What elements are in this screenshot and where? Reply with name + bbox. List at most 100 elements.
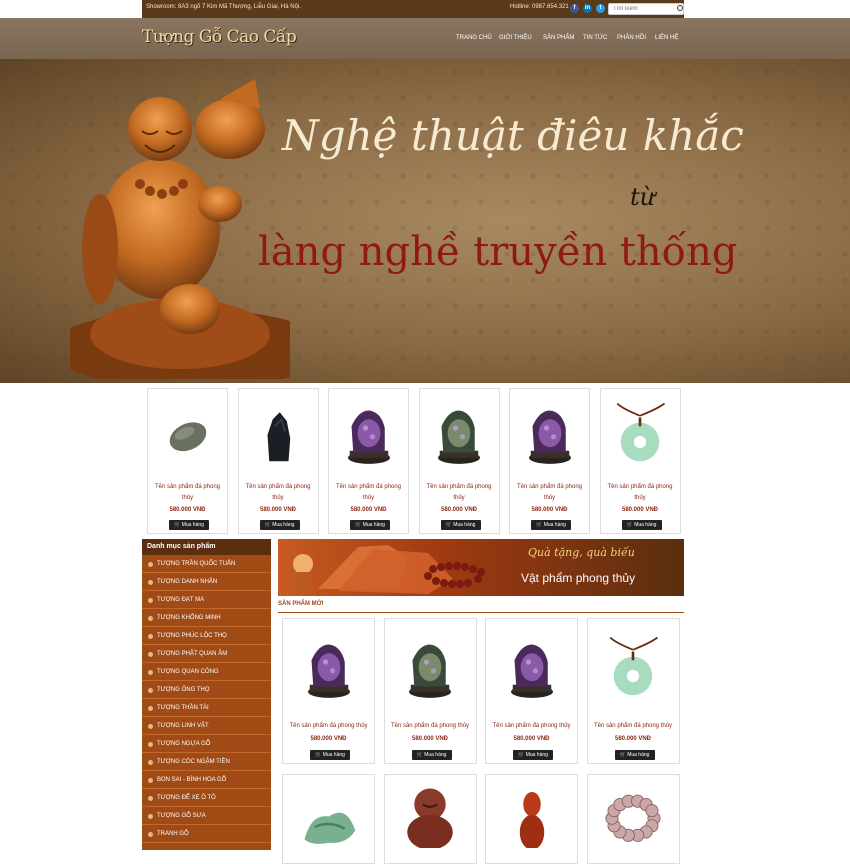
buy-button[interactable]: 🛒 Mua hàng [259,520,300,530]
nav-tin-tuc[interactable]: TIN TỨC [583,35,607,41]
nav-trang-chu[interactable]: TRANG CHỦ [456,35,492,41]
buy-button[interactable]: 🛒 Mua hàng [411,750,452,760]
product-image[interactable] [148,389,227,481]
twitter-icon[interactable]: t [596,4,605,13]
product-card[interactable]: Tên sản phẩm đá phong thủy 580.000 VNĐ 🛒 M… [586,618,680,764]
sidebar-item[interactable]: TƯỢNG CÓC NGẬM TIỀN [142,754,271,771]
nav-san-pham[interactable]: SẢN PHẨM [543,35,574,41]
hero-banner[interactable]: Nghệ thuật điêu khắc từ làng nghề truyền… [0,59,850,383]
product-image[interactable] [385,619,476,719]
product-price: 580.000 VNĐ [350,507,387,513]
product-name[interactable]: Tên sản phẩm đá phong thủy [241,482,316,504]
sidebar-item-label: TRANH GỖ [157,831,189,837]
product-price: 580.000 VNĐ [531,507,568,513]
sidebar-item[interactable]: TƯỢNG GỖ SƯA [142,808,271,825]
sidebar-item-label: TƯỢNG DANH NHÂN [157,579,218,585]
nav-lien-he[interactable]: LIÊN HỆ [655,35,678,41]
product-name[interactable]: Tên sản phẩm đá phong thủy [422,482,497,504]
buy-button[interactable]: 🛒 Mua hàng [513,750,553,760]
buy-button-label: Mua hàng [322,752,345,758]
product-name[interactable]: Tên sản phẩm đá phong thủy [150,482,225,504]
buy-button-label: Mua hàng [181,522,204,528]
product-card[interactable]: Tên sản phẩm đá phong thủy 580.000 VNĐ 🛒 M… [147,388,228,534]
product-name[interactable]: Tên sản phẩm đá phong thủy [603,482,678,504]
buy-button[interactable]: 🛒 Mua hàng [350,520,390,530]
product-name[interactable]: Tên sản phẩm đá phong thủy [488,721,575,732]
product-image[interactable] [601,389,680,481]
bullet-icon [148,670,153,675]
sidebar-item[interactable]: TƯỢNG ĐỂ XE Ô TÔ [142,790,271,807]
sidebar-item[interactable]: BON SAI - BÌNH HOA GỖ [142,772,271,789]
sidebar-item[interactable]: TRANH GỖ [142,826,271,843]
product-image[interactable] [385,775,476,851]
sidebar-item[interactable]: TƯỢNG THẦN TÀI [142,700,271,717]
product-card[interactable]: Tên sản phẩm đá phong thủy 580.000 VNĐ 🛒 M… [328,388,409,534]
product-name[interactable]: Tên sản phẩm đá phong thủy [590,721,677,732]
buy-button[interactable]: 🛒 Mua hàng [169,520,209,530]
facebook-icon[interactable]: f [570,4,579,13]
banner-headline-2: từ [630,183,656,211]
search-icon[interactable] [677,5,683,11]
promo-headline-1: Quà tặng, quà biếu [528,546,635,559]
product-image[interactable] [329,389,408,481]
sidebar-item[interactable]: TƯỢNG TRẦN QUỐC TUẤN [142,556,271,573]
banner-headline-3: làng nghề truyền thống [258,229,738,275]
buy-button[interactable]: 🛒 Mua hàng [531,520,571,530]
buy-button[interactable]: 🛒 Mua hàng [614,750,655,760]
product-image[interactable] [486,619,577,719]
sidebar-item[interactable]: TƯỢNG QUAN CÔNG [142,664,271,681]
product-card[interactable] [383,774,477,864]
product-image[interactable] [283,775,374,851]
product-image[interactable] [588,619,679,719]
product-card[interactable]: Tên sản phẩm đá phong thủy 580.000 VNĐ 🛒 M… [383,618,477,764]
nav-gioi-thieu[interactable]: GIỚI THIỆU [499,35,532,41]
nav-phan-hoi[interactable]: PHẢN HỒI [617,35,646,41]
product-image[interactable] [588,775,679,851]
sidebar-item[interactable]: TƯỢNG PHÚC LỘC THỌ [142,628,271,645]
product-image[interactable] [239,389,318,481]
buy-button[interactable]: 🛒 Mua hàng [310,750,350,760]
buy-button-label: Mua hàng [424,752,447,758]
sidebar-item[interactable]: TƯỢNG ÔNG THỌ [142,682,271,699]
bullet-icon [148,688,153,693]
product-card[interactable] [485,774,578,864]
product-name[interactable]: Tên sản phẩm đá phong thủy [387,721,474,732]
product-name[interactable]: Tên sản phẩm đá phong thủy [285,721,372,732]
promo-banner[interactable]: Quà tặng, quà biếu Vật phẩm phong thủy [278,539,684,596]
sidebar-item[interactable]: TƯỢNG KHỔNG MINH [142,610,271,627]
sidebar-item[interactable]: TƯỢNG NGỰA GỖ [142,736,271,753]
buy-button[interactable]: 🛒 Mua hàng [440,520,481,530]
linkedin-icon[interactable]: in [583,4,592,13]
buy-button-label: Mua hàng [525,752,548,758]
product-card[interactable]: Tên sản phẩm đá phong thủy 580.000 VNĐ 🛒 M… [237,388,319,534]
product-card[interactable] [586,774,680,864]
bullet-icon [148,778,153,783]
buy-button[interactable]: 🛒 Mua hàng [621,520,662,530]
sidebar-item[interactable]: TƯỢNG PHẬT QUAN ÂM [142,646,271,663]
product-image[interactable] [283,619,374,719]
product-card[interactable] [282,774,375,864]
product-name[interactable]: Tên sản phẩm đá phong thủy [512,482,587,504]
site-logo[interactable]: Tượng Gỗ Cao Cấp [142,27,297,47]
product-card[interactable]: Tên sản phẩm đá phong thủy 580.000 VNĐ 🛒 M… [282,618,375,764]
product-image[interactable] [420,389,499,481]
product-name[interactable]: Tên sản phẩm đá phong thủy [331,482,406,504]
top-bar: Showroom: 8A3 ngõ 7 Kim Mã Thượng, Liễu … [0,0,850,18]
sidebar-item[interactable]: TƯỢNG ĐẠT MA [142,592,271,609]
product-image[interactable] [486,775,577,851]
product-card[interactable]: Tên sản phẩm đá phong thủy 580.000 VNĐ 🛒 M… [509,388,590,534]
bullet-icon [148,634,153,639]
sidebar-item[interactable]: TƯỢNG DANH NHÂN [142,574,271,591]
sidebar-item[interactable]: TƯỢNG LINH VẬT [142,718,271,735]
search-input[interactable] [608,3,684,15]
product-card[interactable]: Tên sản phẩm đá phong thủy 580.000 VNĐ 🛒 M… [418,388,500,534]
sidebar-item-label: TƯỢNG NGỰA GỖ [157,741,211,747]
product-image[interactable] [510,389,589,481]
sidebar-item-label: TƯỢNG ĐẠT MA [157,597,205,603]
buy-button-label: Mua hàng [272,522,295,528]
product-card[interactable]: Tên sản phẩm đá phong thủy 580.000 VNĐ 🛒 M… [485,618,578,764]
product-price: 580.000 VNĐ [621,507,659,513]
sidebar-item-label: TƯỢNG PHẬT QUAN ÂM [157,651,228,657]
product-card[interactable]: Tên sản phẩm đá phong thủy 580.000 VNĐ 🛒 M… [599,388,681,534]
sidebar-item-label: BON SAI - BÌNH HOA GỖ [157,777,227,783]
